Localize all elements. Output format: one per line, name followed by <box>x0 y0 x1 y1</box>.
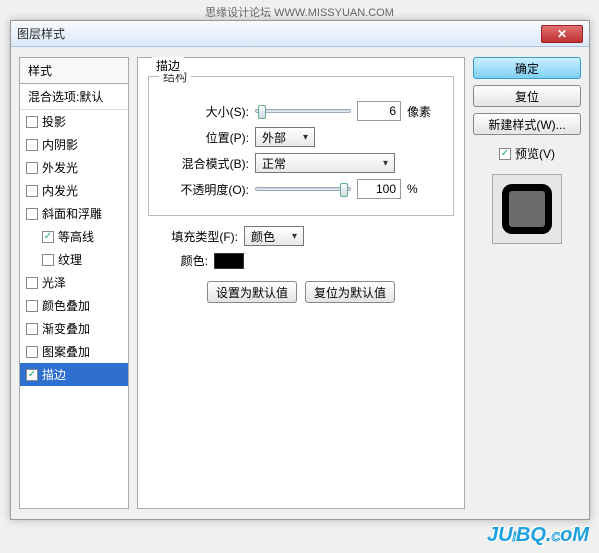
style-checkbox[interactable] <box>26 139 38 151</box>
style-checkbox[interactable] <box>26 185 38 197</box>
panel-title: 描边 <box>152 57 184 74</box>
structure-group: 结构 大小(S): 6 像素 位置(P): 外部 混合模式(B): 正常 不透明… <box>148 68 454 216</box>
layer-style-dialog: 图层样式 ✕ 样式 混合选项:默认 投影内阴影外发光内发光斜面和浮雕 ✓ 等高线纹理… <box>10 20 590 520</box>
filltype-label: 填充类型(F): <box>148 228 238 245</box>
opacity-input[interactable]: 100 <box>357 179 401 199</box>
style-item-光泽[interactable]: 光泽 <box>20 271 128 294</box>
style-checkbox[interactable]: ✓ <box>42 231 54 243</box>
preview-label: 预览(V) <box>515 145 555 162</box>
preview-checkbox[interactable]: ✓ <box>499 148 511 160</box>
style-item-投影[interactable]: 投影 <box>20 110 128 133</box>
style-checkbox[interactable] <box>26 116 38 128</box>
revert-button[interactable]: 复位 <box>473 85 581 107</box>
blend-options-item[interactable]: 混合选项:默认 <box>20 84 128 110</box>
size-input[interactable]: 6 <box>357 101 401 121</box>
preview-shape <box>502 184 552 234</box>
style-checkbox[interactable] <box>26 162 38 174</box>
close-icon: ✕ <box>557 27 567 41</box>
blendmode-dropdown[interactable]: 正常 <box>255 153 395 173</box>
set-default-button[interactable]: 设置为默认值 <box>207 281 297 303</box>
preview-box <box>492 174 562 244</box>
close-button[interactable]: ✕ <box>541 25 583 43</box>
style-label: 图案叠加 <box>42 343 90 360</box>
opacity-label: 不透明度(O): <box>159 181 249 198</box>
filltype-value: 颜色 <box>251 228 275 245</box>
style-item-内发光[interactable]: 内发光 <box>20 179 128 202</box>
dialog-side-buttons: 确定 复位 新建样式(W)... ✓ 预览(V) <box>473 57 581 509</box>
dialog-title: 图层样式 <box>17 25 65 42</box>
style-item-纹理[interactable]: 纹理 <box>20 248 128 271</box>
style-checkbox[interactable] <box>26 323 38 335</box>
position-dropdown[interactable]: 外部 <box>255 127 315 147</box>
style-item-颜色叠加[interactable]: 颜色叠加 <box>20 294 128 317</box>
opacity-slider[interactable] <box>255 187 351 191</box>
style-item-内阴影[interactable]: 内阴影 <box>20 133 128 156</box>
styles-header[interactable]: 样式 <box>20 58 128 84</box>
reset-default-button[interactable]: 复位为默认值 <box>305 281 395 303</box>
style-label: 描边 <box>42 366 66 383</box>
style-item-图案叠加[interactable]: 图案叠加 <box>20 340 128 363</box>
style-label: 外发光 <box>42 159 78 176</box>
style-label: 内发光 <box>42 182 78 199</box>
style-checkbox[interactable] <box>42 254 54 266</box>
style-label: 纹理 <box>58 251 82 268</box>
color-label: 颜色: <box>148 252 208 269</box>
style-checkbox[interactable] <box>26 300 38 312</box>
style-checkbox[interactable]: ✓ <box>26 369 38 381</box>
style-label: 渐变叠加 <box>42 320 90 337</box>
style-checkbox[interactable] <box>26 346 38 358</box>
style-label: 颜色叠加 <box>42 297 90 314</box>
new-style-button[interactable]: 新建样式(W)... <box>473 113 581 135</box>
style-label: 投影 <box>42 113 66 130</box>
styles-list: 样式 混合选项:默认 投影内阴影外发光内发光斜面和浮雕 ✓ 等高线纹理光泽颜色叠加渐… <box>19 57 129 509</box>
style-label: 等高线 <box>58 228 94 245</box>
titlebar: 图层样式 ✕ <box>11 21 589 47</box>
color-swatch[interactable] <box>214 253 244 269</box>
size-slider[interactable] <box>255 109 351 113</box>
position-value: 外部 <box>262 129 286 146</box>
style-label: 斜面和浮雕 <box>42 205 102 222</box>
filltype-dropdown[interactable]: 颜色 <box>244 226 304 246</box>
style-checkbox[interactable] <box>26 208 38 220</box>
style-item-描边[interactable]: ✓ 描边 <box>20 363 128 386</box>
watermark: JUiBQ.CoM <box>487 524 589 547</box>
style-label: 光泽 <box>42 274 66 291</box>
opacity-unit: % <box>407 182 443 196</box>
size-label: 大小(S): <box>159 103 249 120</box>
style-checkbox[interactable] <box>26 277 38 289</box>
blendmode-label: 混合模式(B): <box>159 155 249 172</box>
style-item-斜面和浮雕[interactable]: 斜面和浮雕 <box>20 202 128 225</box>
style-item-外发光[interactable]: 外发光 <box>20 156 128 179</box>
style-item-等高线[interactable]: ✓ 等高线 <box>20 225 128 248</box>
ok-button[interactable]: 确定 <box>473 57 581 79</box>
position-label: 位置(P): <box>159 129 249 146</box>
style-item-渐变叠加[interactable]: 渐变叠加 <box>20 317 128 340</box>
size-unit: 像素 <box>407 103 443 120</box>
stroke-settings-panel: 描边 结构 大小(S): 6 像素 位置(P): 外部 混合模式(B): 正常 <box>137 57 465 509</box>
style-label: 内阴影 <box>42 136 78 153</box>
blendmode-value: 正常 <box>262 155 286 172</box>
